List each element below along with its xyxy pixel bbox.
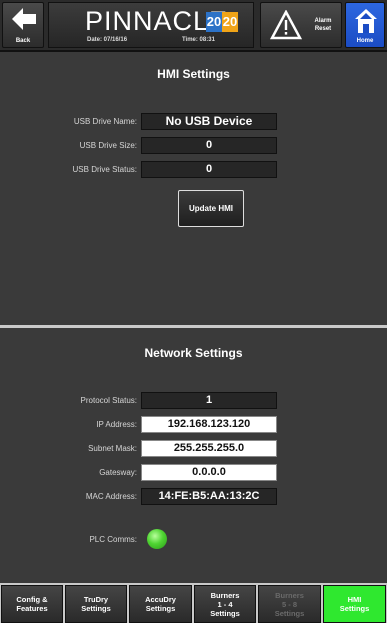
usb-drive-name-label: USB Drive Name: [73,117,137,126]
usb-drive-name-value: No USB Device [141,113,277,130]
subnet-mask-label: Subnet Mask: [88,444,137,453]
tab-label-line1: Burners [210,590,240,600]
back-arrow-icon [12,8,36,30]
subnet-mask-field[interactable]: 255.255.255.0 [141,440,277,457]
header-bar: Back PINNACLE 20 20 Date: 07/16/16 Time:… [0,0,387,52]
home-label: Home [356,38,374,44]
tab-trudry-settings[interactable]: TruDry Settings [65,585,127,623]
date-readout: Date: 07/16/16 [87,37,128,43]
mac-address-label: MAC Address: [85,492,137,501]
tab-label-line3: Settings [210,608,240,618]
pinnacle-logo: PINNACLE 20 20 Date: 07/16/16 Time: 08:3… [48,2,254,48]
hmi-settings-title: HMI Settings [157,67,230,81]
tab-label-line1: Burners [275,590,304,600]
usb-drive-status-label: USB Drive Status: [72,165,137,174]
home-button[interactable]: Home [345,2,385,48]
tab-accudry-settings[interactable]: AccuDry Settings [129,585,192,623]
time-readout: Time: 08:31 [182,37,215,43]
alarm-label-line1: Alarm [314,18,332,24]
tab-label-line2: 1 - 4 [217,599,233,609]
protocol-status-value: 1 [141,392,277,409]
section-divider [0,325,387,328]
tab-burners-5-8[interactable]: Burners 5 - 8 Settings [258,585,321,623]
brand-year-b: 20 [222,12,238,32]
tab-burners-1-4[interactable]: Burners 1 - 4 Settings [194,585,256,623]
tab-label-line2: Settings [145,604,176,613]
tab-label-line1: AccuDry [145,595,176,604]
tab-label-line1: TruDry [83,595,109,604]
tab-label-line2: 5 - 8 [281,599,297,609]
tab-label-line2: Settings [81,604,111,613]
usb-drive-size-label: USB Drive Size: [79,141,137,150]
gateway-field[interactable]: 0.0.0.0 [141,464,277,481]
tab-label-line3: Settings [274,608,305,618]
mac-address-value: 14:FE:B5:AA:13:2C [141,488,277,505]
back-label: Back [15,38,31,44]
brand-year-a: 20 [206,12,222,32]
tab-label-line2: Settings [339,604,370,613]
usb-drive-status-value: 0 [141,161,277,178]
tab-label-line1: HMI [347,595,362,604]
update-hmi-button[interactable]: Update HMI [178,190,244,227]
back-button[interactable]: Back [2,2,44,48]
alarm-reset-label: Alarm Reset [309,17,337,33]
home-icon [355,9,377,33]
tab-config-features[interactable]: Config & Features [1,585,63,623]
alarm-label-line2: Reset [314,26,332,32]
protocol-status-label: Protocol Status: [80,396,137,405]
alarm-reset-button[interactable]: Alarm Reset [260,2,342,48]
ip-address-field[interactable]: 192.168.123.120 [141,416,277,433]
usb-drive-size-value: 0 [141,137,277,154]
tab-label-line1: Config & [16,595,48,604]
network-settings-title: Network Settings [144,346,243,360]
plc-comms-status-indicator [147,529,167,549]
ip-address-label: IP Address: [96,420,137,429]
bottom-nav: Config & Features TruDry Settings AccuDry S… [0,583,387,623]
tab-hmi-settings[interactable]: HMI Settings [323,585,386,623]
tab-label-line2: Features [16,604,48,613]
plc-comms-label: PLC Comms: [89,535,137,544]
warning-icon [270,10,302,40]
gateway-label: Gatesway: [99,468,137,477]
